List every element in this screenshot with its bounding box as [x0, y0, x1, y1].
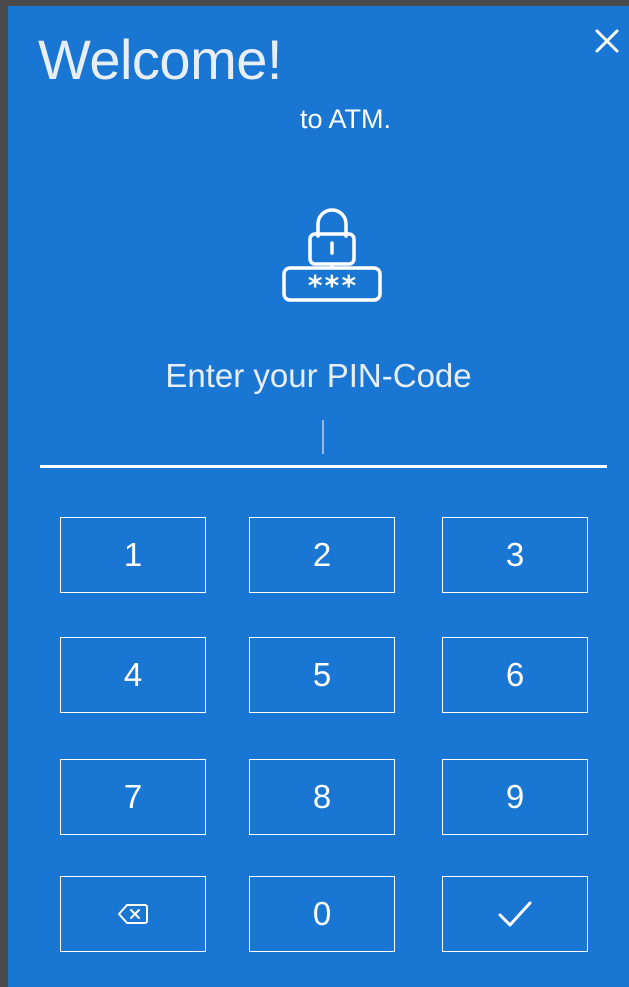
close-button[interactable] — [590, 24, 624, 58]
svg-text:***: *** — [307, 269, 358, 302]
key-9[interactable]: 9 — [442, 759, 588, 835]
close-icon — [595, 29, 619, 53]
key-4[interactable]: 4 — [60, 637, 206, 713]
text-caret — [322, 420, 324, 454]
key-1[interactable]: 1 — [60, 517, 206, 593]
checkmark-icon — [498, 901, 532, 927]
key-3[interactable]: 3 — [442, 517, 588, 593]
pin-prompt: Enter your PIN-Code — [165, 357, 472, 394]
key-0[interactable]: 0 — [249, 876, 395, 952]
backspace-icon — [118, 904, 148, 924]
key-7[interactable]: 7 — [60, 759, 206, 835]
pin-input[interactable] — [40, 410, 607, 468]
key-2[interactable]: 2 — [249, 517, 395, 593]
welcome-title: Welcome! — [38, 28, 282, 91]
key-8[interactable]: 8 — [249, 759, 395, 835]
lock-pin-icon: *** — [280, 200, 384, 306]
atm-pin-window: Welcome! to ATM. *** Enter your PIN-Code… — [0, 0, 629, 987]
confirm-button[interactable] — [442, 876, 588, 952]
key-5[interactable]: 5 — [249, 637, 395, 713]
backspace-button[interactable] — [60, 876, 206, 952]
welcome-subtitle: to ATM. — [300, 104, 392, 134]
key-6[interactable]: 6 — [442, 637, 588, 713]
